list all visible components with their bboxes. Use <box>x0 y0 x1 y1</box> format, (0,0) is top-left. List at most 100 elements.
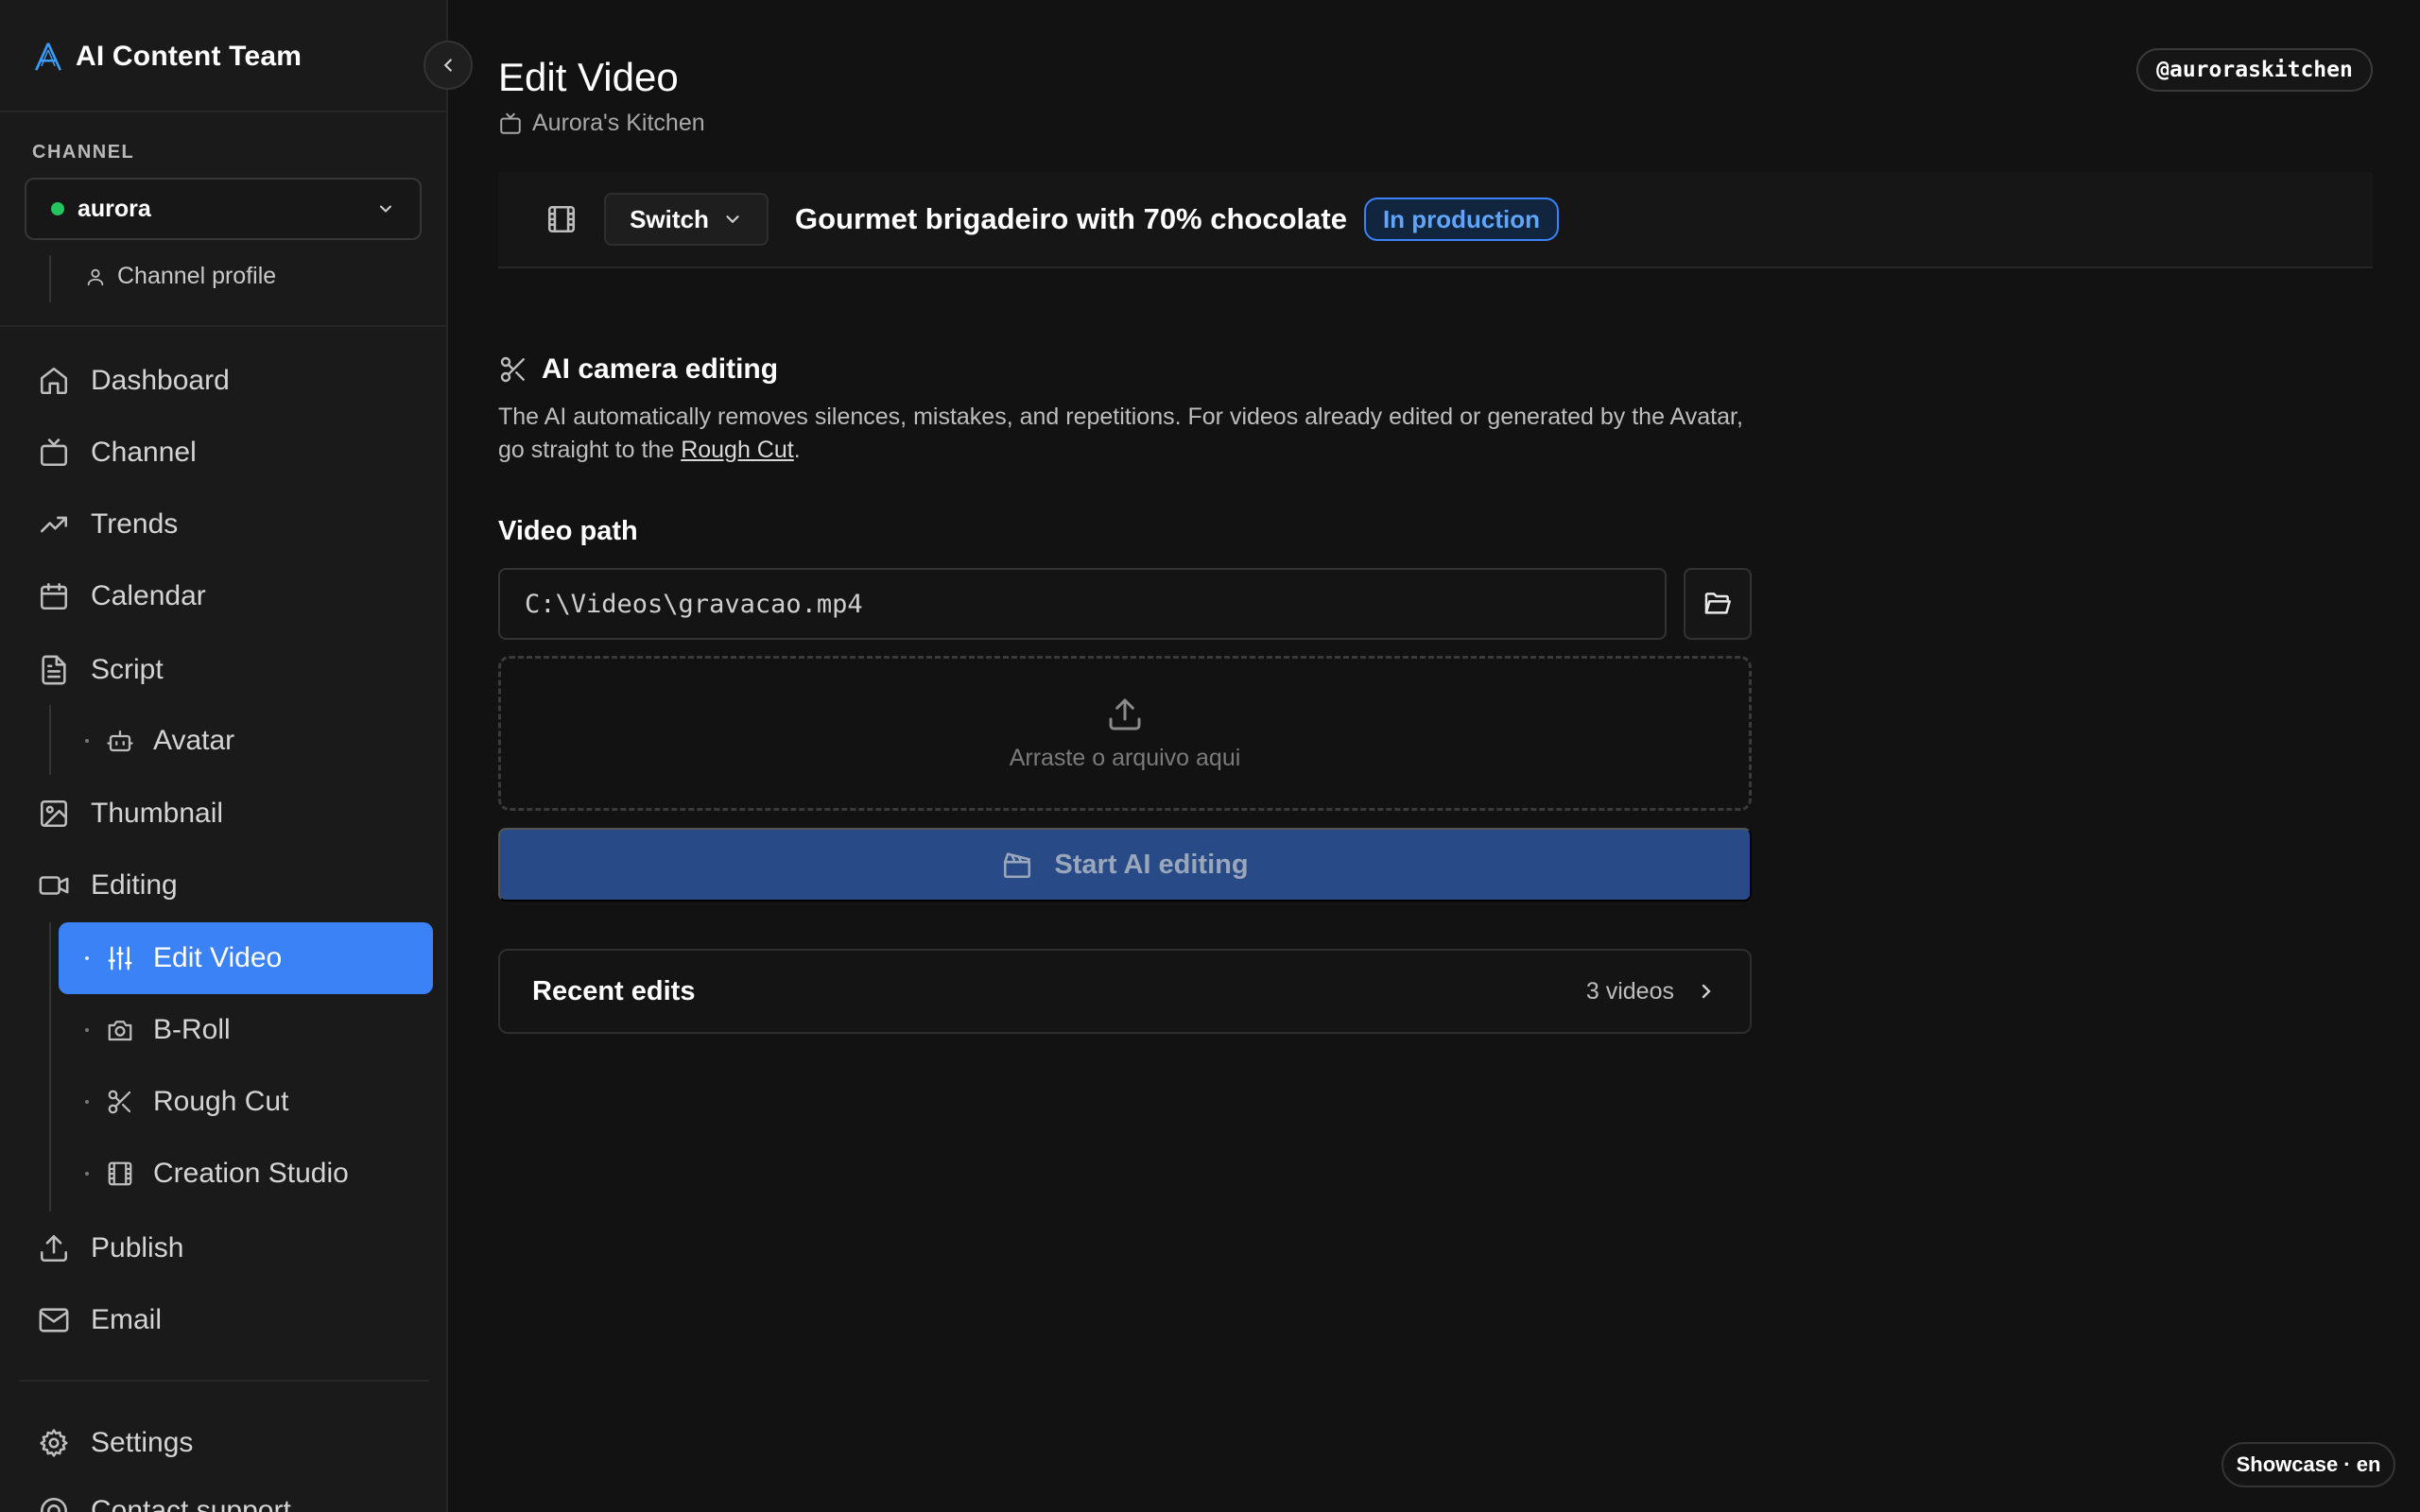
film-icon <box>106 1160 134 1188</box>
brand-logo-icon <box>32 41 64 73</box>
chevron-left-icon <box>438 55 458 76</box>
channel-profile-label: Channel profile <box>117 263 277 289</box>
nav-item-trends[interactable]: Trends <box>38 501 178 548</box>
recent-edits-card[interactable]: Recent edits 3 videos <box>498 949 1752 1034</box>
channel-select-value: aurora <box>78 195 151 222</box>
tree-dot <box>85 1172 89 1176</box>
sliders-icon <box>106 944 134 972</box>
nav-item-script[interactable]: Script <box>38 646 164 694</box>
sidebar: AI Content Team CHANNEL aurora Channel p… <box>0 0 448 1512</box>
nav-label: Script <box>91 654 164 685</box>
start-ai-editing-button[interactable]: Start AI editing <box>498 828 1752 902</box>
nav-label: Creation Studio <box>153 1158 349 1189</box>
file-dropzone[interactable]: Arraste o arquivo aqui <box>498 656 1752 811</box>
nav-item-contact-support[interactable]: Contact support <box>38 1487 291 1512</box>
nav-label: Rough Cut <box>153 1086 289 1117</box>
nav-label: Email <box>91 1304 163 1335</box>
image-icon <box>38 798 70 830</box>
home-icon <box>38 365 70 397</box>
nav-item-thumbnail[interactable]: Thumbnail <box>38 790 223 837</box>
channel-profile-link[interactable]: Channel profile <box>85 263 276 290</box>
video-path-input[interactable] <box>498 568 1667 640</box>
channel-select[interactable]: aurora <box>25 178 422 240</box>
calendar-icon <box>38 580 70 612</box>
nav-subitem-avatar[interactable]: Avatar <box>59 705 433 777</box>
start-label: Start AI editing <box>1054 849 1249 880</box>
nav-subitem-rough-cut[interactable]: Rough Cut <box>59 1066 433 1138</box>
sidebar-collapse-button[interactable] <box>424 41 473 90</box>
page-title: Edit Video <box>498 55 679 99</box>
channel-name: Aurora's Kitchen <box>532 110 705 136</box>
switch-video-button[interactable]: Switch <box>604 193 769 246</box>
nav-subitem-edit-video[interactable]: Edit Video <box>59 922 433 994</box>
rough-cut-link[interactable]: Rough Cut <box>681 437 794 463</box>
clapperboard-icon <box>1001 849 1033 881</box>
nav-label: Calendar <box>91 580 206 611</box>
nav-label: Avatar <box>153 725 235 756</box>
upload-icon <box>1106 696 1144 733</box>
chevron-down-icon <box>722 209 743 230</box>
description-text: . <box>793 437 801 463</box>
ai-editing-header: AI camera editing <box>498 353 778 386</box>
mail-icon <box>38 1304 70 1336</box>
scissors-icon <box>498 354 528 385</box>
gear-icon <box>38 1427 70 1459</box>
section-title: AI camera editing <box>542 353 779 385</box>
tree-dot <box>85 956 89 960</box>
browse-folder-button[interactable] <box>1684 568 1752 640</box>
tree-line <box>49 705 51 775</box>
page-subtitle: Aurora's Kitchen <box>498 110 705 137</box>
file-text-icon <box>38 654 70 686</box>
divider <box>0 325 446 327</box>
scissors-icon <box>106 1088 134 1116</box>
switch-label: Switch <box>630 204 709 233</box>
nav-item-publish[interactable]: Publish <box>38 1225 183 1272</box>
nav-label: Thumbnail <box>91 798 224 829</box>
showcase-badge[interactable]: Showcase · en <box>2221 1442 2395 1487</box>
brand-name: AI Content Team <box>76 41 302 72</box>
nav-subitem-creation-studio[interactable]: Creation Studio <box>59 1138 433 1210</box>
recent-edits-count: 3 videos <box>1585 977 1674 1005</box>
tree-dot <box>85 739 89 743</box>
chevron-down-icon <box>376 199 395 218</box>
divider <box>19 1380 429 1382</box>
life-buoy-icon <box>38 1495 70 1512</box>
tv-icon <box>498 112 523 136</box>
tree-line <box>49 922 51 1211</box>
brand[interactable]: AI Content Team <box>32 38 302 76</box>
tree-dot <box>85 1100 89 1104</box>
nav-item-calendar[interactable]: Calendar <box>38 573 206 620</box>
bot-icon <box>106 727 134 755</box>
nav-label: Contact support <box>91 1495 291 1512</box>
nav-item-dashboard[interactable]: Dashboard <box>38 357 230 404</box>
status-badge: In production <box>1363 198 1560 241</box>
chevron-right-icon <box>1695 980 1718 1003</box>
trending-up-icon <box>38 508 70 541</box>
nav-item-editing[interactable]: Editing <box>38 862 178 909</box>
video-path-label: Video path <box>498 516 638 546</box>
channel-status-dot <box>51 202 64 215</box>
upload-icon <box>38 1232 70 1264</box>
divider <box>0 111 446 112</box>
nav-item-settings[interactable]: Settings <box>38 1419 193 1467</box>
video-title: Gourmet brigadeiro with 70% chocolate <box>795 202 1347 235</box>
app-root: AI Content Team CHANNEL aurora Channel p… <box>0 0 2420 1512</box>
dropzone-text: Arraste o arquivo aqui <box>1009 744 1241 771</box>
section-description: The AI automatically removes silences, m… <box>498 401 1755 467</box>
video-selector-bar: Switch Gourmet brigadeiro with 70% choco… <box>498 172 2373 268</box>
nav-item-channel[interactable]: Channel <box>38 429 197 476</box>
nav-label: Dashboard <box>91 365 230 396</box>
recent-edits-title: Recent edits <box>532 975 696 1006</box>
film-icon <box>545 203 578 235</box>
video-camera-icon <box>38 869 70 902</box>
camera-icon <box>106 1016 134 1044</box>
nav-item-email[interactable]: Email <box>38 1297 162 1344</box>
nav-label: Editing <box>91 869 178 901</box>
channel-section-label: CHANNEL <box>32 142 135 163</box>
nav-subitem-b-roll[interactable]: B-Roll <box>59 994 433 1066</box>
channel-handle-badge: @auroraskitchen <box>2136 48 2373 92</box>
tree-line <box>49 255 51 302</box>
folder-open-icon <box>1703 589 1733 619</box>
nav-label: Channel <box>91 437 197 468</box>
nav-label: Publish <box>91 1232 184 1263</box>
